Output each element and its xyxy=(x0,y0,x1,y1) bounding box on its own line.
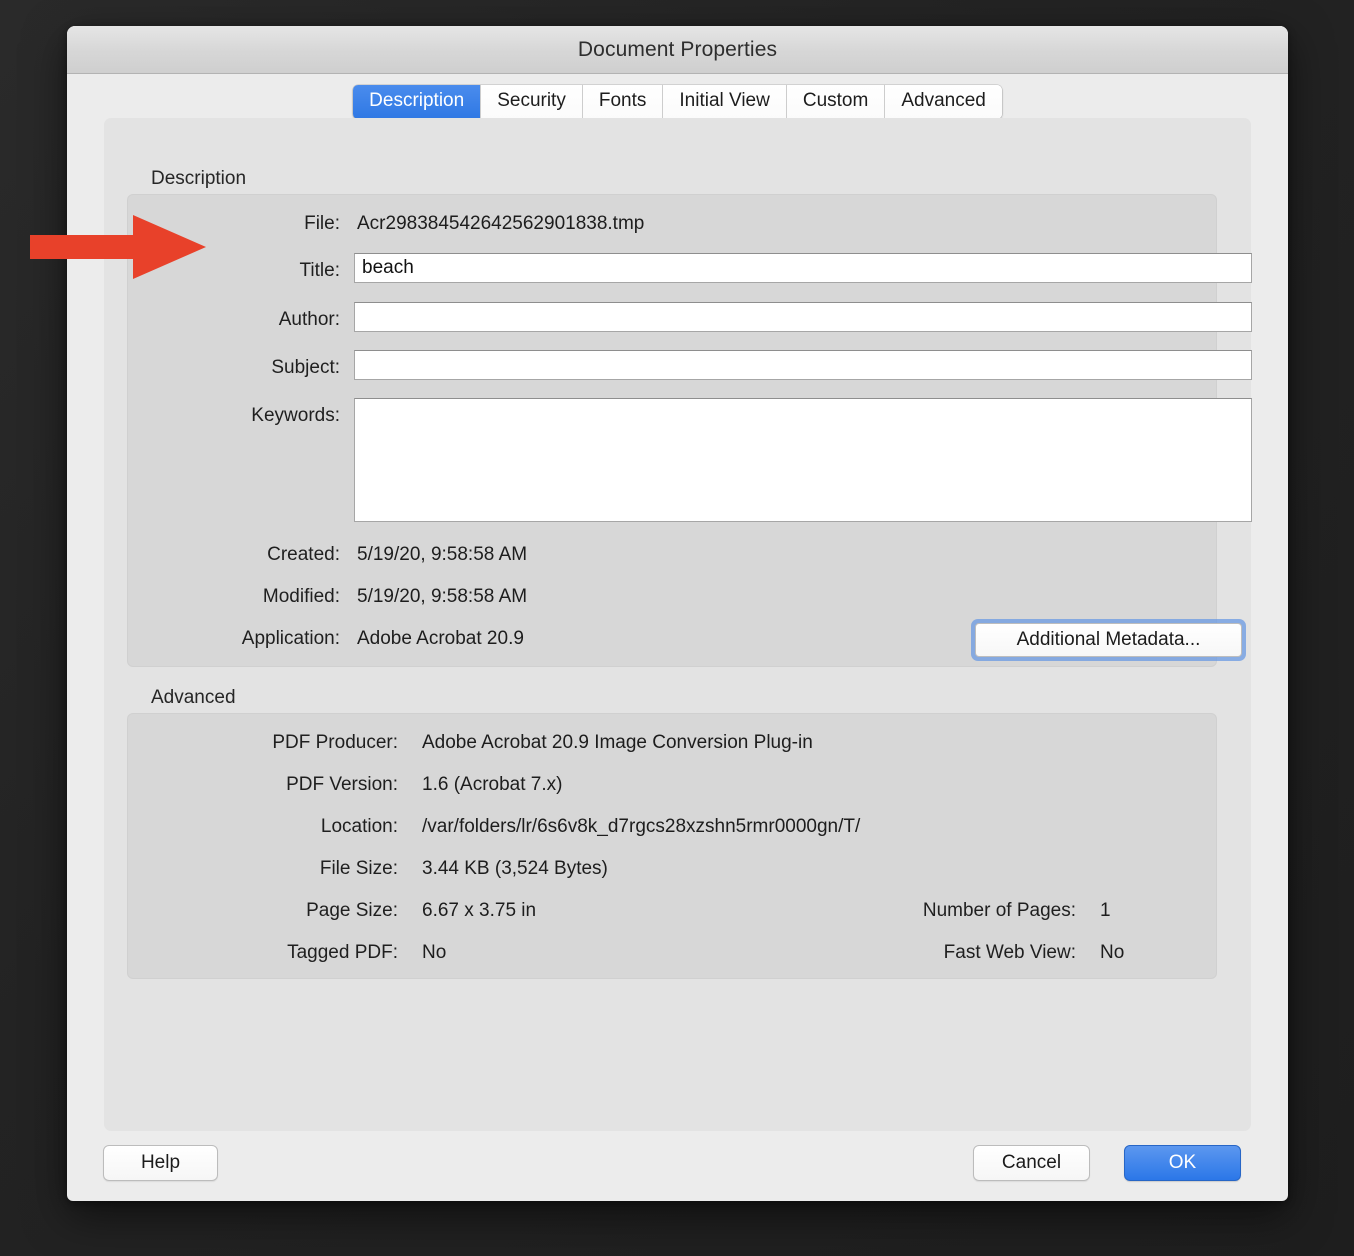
page-size-label: Page Size: xyxy=(306,900,398,921)
file-size-label: File Size: xyxy=(319,858,398,879)
description-group-box: File: Acr298384542642562901838.tmp Title… xyxy=(127,194,1252,667)
advanced-group-box: PDF Producer: Adobe Acrobat 20.9 Image C… xyxy=(127,713,1217,979)
title-label: Title: xyxy=(299,260,340,281)
location-label: Location: xyxy=(320,816,398,837)
tab-bar: Description Security Fonts Initial View … xyxy=(353,85,1002,119)
location-value: /var/folders/lr/6s6v8k_d7rgcs28xzshn5rmr… xyxy=(422,816,861,837)
file-label: File: xyxy=(304,213,340,234)
fast-web-view-label: Fast Web View: xyxy=(943,942,1076,963)
tab-advanced[interactable]: Advanced xyxy=(885,85,1002,119)
tagged-pdf-value: No xyxy=(422,942,447,963)
tab-custom[interactable]: Custom xyxy=(786,85,886,119)
tab-security[interactable]: Security xyxy=(481,85,583,119)
ok-button[interactable]: OK xyxy=(1124,1145,1241,1181)
tagged-pdf-label: Tagged PDF: xyxy=(287,942,398,963)
dialog-title: Document Properties xyxy=(577,37,778,61)
pdf-version-label: PDF Version: xyxy=(286,774,398,795)
modified-label: Modified: xyxy=(262,586,340,607)
document-properties-dialog: Document Properties Description Security… xyxy=(67,26,1288,1201)
title-input[interactable] xyxy=(354,253,1252,283)
number-of-pages-label: Number of Pages: xyxy=(922,900,1076,921)
tab-initial-view[interactable]: Initial View xyxy=(663,85,787,119)
additional-metadata-button-label: Additional Metadata... xyxy=(975,623,1242,657)
tabbar-container: Description Security Fonts Initial View … xyxy=(67,74,1288,124)
file-value: Acr298384542642562901838.tmp xyxy=(357,213,645,234)
keywords-textarea[interactable] xyxy=(354,398,1252,522)
application-label: Application: xyxy=(241,628,340,649)
dialog-titlebar: Document Properties xyxy=(67,26,1288,74)
pdf-version-value: 1.6 (Acrobat 7.x) xyxy=(422,774,563,795)
tab-description[interactable]: Description xyxy=(353,85,482,119)
tab-content-panel: Description File: Acr2983845426425629018… xyxy=(104,118,1252,1131)
advanced-group-label: Advanced xyxy=(151,687,236,708)
application-value: Adobe Acrobat 20.9 xyxy=(357,628,524,649)
page-size-value: 6.67 x 3.75 in xyxy=(422,900,537,921)
description-group-label: Description xyxy=(151,168,247,189)
pdf-producer-label: PDF Producer: xyxy=(272,732,398,753)
keywords-label: Keywords: xyxy=(251,405,340,426)
author-label: Author: xyxy=(278,309,340,330)
author-input[interactable] xyxy=(354,302,1252,332)
tab-fonts[interactable]: Fonts xyxy=(582,85,664,119)
additional-metadata-button[interactable]: Additional Metadata... xyxy=(971,619,1246,661)
cancel-button[interactable]: Cancel xyxy=(973,1145,1090,1181)
subject-label: Subject: xyxy=(271,357,340,378)
pdf-producer-value: Adobe Acrobat 20.9 Image Conversion Plug… xyxy=(422,732,813,753)
help-button[interactable]: Help xyxy=(103,1145,218,1181)
created-label: Created: xyxy=(267,544,340,565)
created-value: 5/19/20, 9:58:58 AM xyxy=(357,544,528,565)
subject-input[interactable] xyxy=(354,350,1252,380)
file-size-value: 3.44 KB (3,524 Bytes) xyxy=(422,858,608,879)
modified-value: 5/19/20, 9:58:58 AM xyxy=(357,586,528,607)
fast-web-view-value: No xyxy=(1100,942,1125,963)
number-of-pages-value: 1 xyxy=(1100,900,1111,921)
